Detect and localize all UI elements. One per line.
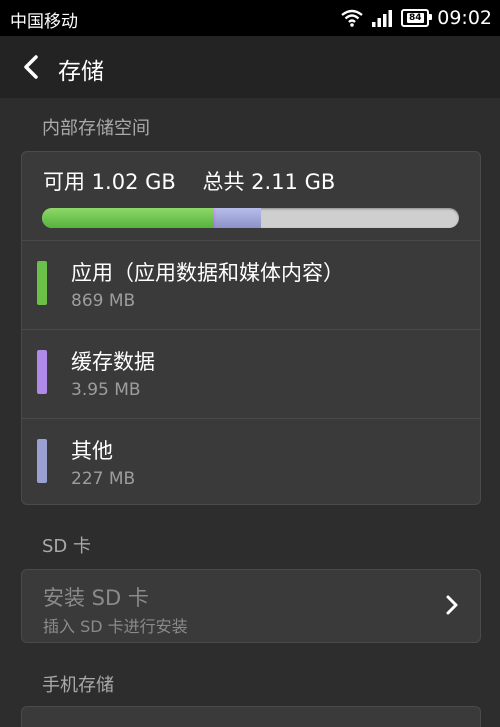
cache-color-swatch bbox=[37, 350, 47, 394]
signal-icon bbox=[372, 10, 393, 27]
storage-summary: 可用 1.02 GB 总共 2.11 GB bbox=[43, 170, 336, 194]
battery-level: 84 bbox=[406, 13, 424, 23]
install-sd-card-item[interactable]: 安装 SD 卡 插入 SD 卡进行安装 bbox=[21, 569, 481, 643]
internal-storage-label: 内部存储空间 bbox=[42, 118, 150, 139]
usage-bar-apps bbox=[42, 208, 214, 228]
apps-color-swatch bbox=[37, 261, 47, 305]
sd-card-label: SD 卡 bbox=[42, 536, 92, 557]
storage-item-apps[interactable]: 应用（应用数据和媒体内容） 869 MB bbox=[22, 241, 480, 329]
back-arrow-icon[interactable] bbox=[18, 51, 46, 83]
clock: 09:02 bbox=[437, 7, 492, 29]
apps-title: 应用（应用数据和媒体内容） bbox=[71, 261, 344, 285]
cache-title: 缓存数据 bbox=[71, 350, 155, 374]
other-color-swatch bbox=[37, 439, 47, 483]
wifi-icon bbox=[341, 9, 363, 27]
install-sd-title: 安装 SD 卡 bbox=[43, 586, 149, 610]
storage-item-cache[interactable]: 缓存数据 3.95 MB bbox=[22, 330, 480, 418]
phone-storage-label: 手机存储 bbox=[42, 675, 114, 696]
page-title: 存储 bbox=[58, 59, 104, 85]
other-title: 其他 bbox=[71, 439, 113, 463]
chevron-right-icon bbox=[446, 595, 458, 615]
carrier-name: 中国移动 bbox=[10, 12, 78, 32]
status-bar: 中国移动 84 09:02 bbox=[0, 0, 500, 36]
storage-usage-bar bbox=[42, 208, 459, 228]
usage-bar-other bbox=[216, 208, 261, 228]
storage-item-other[interactable]: 其他 227 MB bbox=[22, 419, 480, 507]
phone-storage-card bbox=[21, 706, 481, 727]
cache-size: 3.95 MB bbox=[71, 380, 141, 400]
internal-storage-card: 可用 1.02 GB 总共 2.11 GB 应用（应用数据和媒体内容） 869 … bbox=[21, 151, 481, 505]
status-icons: 84 09:02 bbox=[341, 6, 492, 30]
apps-size: 869 MB bbox=[71, 291, 136, 311]
title-bar: 存储 bbox=[0, 36, 500, 98]
install-sd-subtitle: 插入 SD 卡进行安装 bbox=[43, 617, 188, 636]
battery-icon: 84 bbox=[401, 9, 433, 27]
other-size: 227 MB bbox=[71, 469, 136, 489]
